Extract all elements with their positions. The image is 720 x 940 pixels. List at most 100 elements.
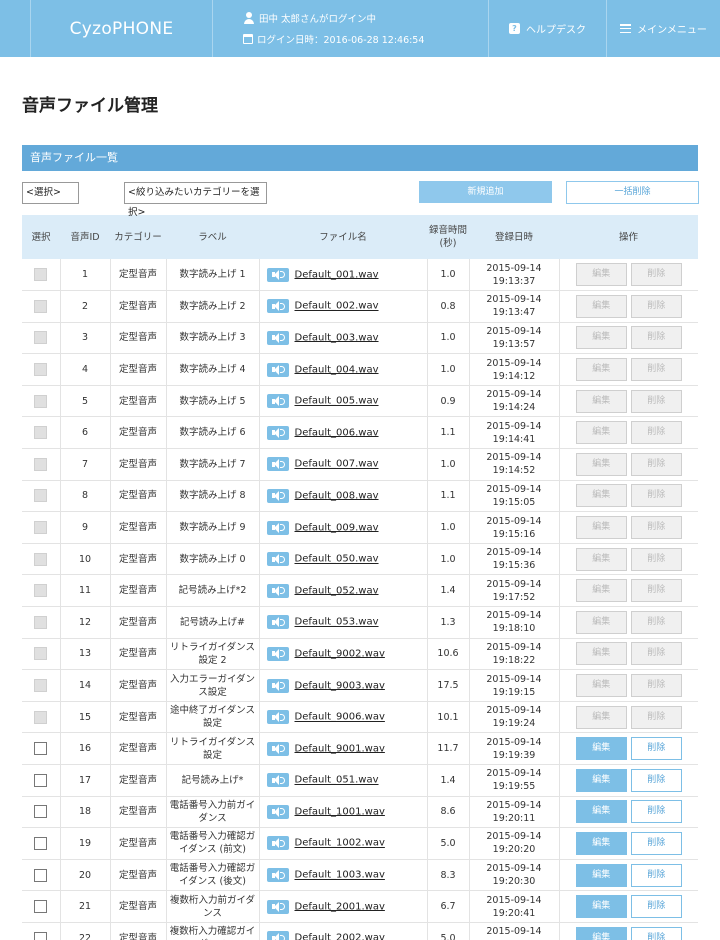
delete-button[interactable]: 削除 xyxy=(630,895,682,919)
file-link[interactable]: Default_1002.wav xyxy=(295,838,385,849)
category-filter[interactable]: <絞り込みたいカテゴリーを選択> xyxy=(124,182,267,218)
row-select-cell xyxy=(22,574,61,607)
file-link[interactable]: Default_050.wav xyxy=(295,554,379,565)
row-date: 2015-09-14 19:20:41 xyxy=(469,890,560,923)
file-link[interactable]: Default_005.wav xyxy=(295,396,379,407)
play-sound-icon[interactable] xyxy=(266,299,289,314)
delete-button[interactable]: 削除 xyxy=(630,800,682,824)
play-sound-icon[interactable] xyxy=(266,425,289,440)
edit-button[interactable]: 編集 xyxy=(575,895,627,919)
delete-button[interactable]: 削除 xyxy=(630,768,682,792)
file-link[interactable]: Default_9006.wav xyxy=(295,712,385,723)
delete-button[interactable]: 削除 xyxy=(630,863,682,887)
edit-button[interactable]: 編集 xyxy=(575,768,627,792)
play-sound-icon[interactable] xyxy=(266,868,289,883)
play-sound-icon[interactable] xyxy=(266,615,289,630)
play-sound-icon[interactable] xyxy=(266,678,289,693)
play-sound-icon[interactable] xyxy=(266,552,289,567)
app-logo[interactable]: CyzoPHONE xyxy=(30,0,213,57)
row-file-cell: Default_1003.wav xyxy=(259,859,428,891)
row-file-cell: Default_1001.wav xyxy=(259,796,428,828)
file-link[interactable]: Default_009.wav xyxy=(295,522,379,533)
help-icon: ? xyxy=(509,23,520,34)
play-sound-icon[interactable] xyxy=(266,583,289,598)
row-checkbox[interactable] xyxy=(34,805,48,819)
row-category: 定型音声 xyxy=(110,922,167,940)
row-category: 定型音声 xyxy=(110,638,167,670)
delete-button[interactable]: 削除 xyxy=(630,831,682,855)
play-sound-icon[interactable] xyxy=(266,741,289,756)
file-link[interactable]: Default_2002.wav xyxy=(295,933,385,940)
edit-button: 編集 xyxy=(575,263,627,287)
table-row: 17 定型音声 記号読み上げ* Default_051.wav 1.4 2015-09-1… xyxy=(22,764,698,797)
play-sound-icon[interactable] xyxy=(266,330,289,345)
play-sound-icon[interactable] xyxy=(266,773,289,788)
row-date: 2015-09-14 19:20:11 xyxy=(469,796,560,828)
file-link[interactable]: Default_9003.wav xyxy=(295,680,385,691)
file-link[interactable]: Default_052.wav xyxy=(295,585,379,596)
file-link[interactable]: Default_9001.wav xyxy=(295,743,385,754)
row-checkbox[interactable] xyxy=(34,836,48,850)
bulk-delete-button[interactable]: 一括削除 xyxy=(566,181,699,204)
new-add-button[interactable]: 新規追加 xyxy=(419,181,552,203)
row-checkbox[interactable] xyxy=(34,868,48,882)
row-checkbox xyxy=(34,584,48,598)
play-sound-icon[interactable] xyxy=(266,394,289,409)
file-link[interactable]: Default_2001.wav xyxy=(295,901,385,912)
delete-button: 削除 xyxy=(630,358,682,382)
row-checkbox[interactable] xyxy=(34,773,48,787)
play-sound-icon[interactable] xyxy=(266,267,289,282)
row-file-cell: Default_9001.wav xyxy=(259,732,428,765)
edit-button[interactable]: 編集 xyxy=(575,926,627,940)
play-sound-icon[interactable] xyxy=(266,362,289,377)
file-link[interactable]: Default_001.wav xyxy=(295,269,379,280)
edit-button[interactable]: 編集 xyxy=(575,800,627,824)
row-duration: 0.8 xyxy=(427,290,470,323)
row-duration: 1.0 xyxy=(427,259,470,291)
row-checkbox[interactable] xyxy=(34,931,48,940)
file-link[interactable]: Default_006.wav xyxy=(295,427,379,438)
edit-button[interactable]: 編集 xyxy=(575,863,627,887)
file-link[interactable]: Default_051.wav xyxy=(295,775,379,786)
table-row: 22定型音声複数桁入力確認ガイダンス Default_2002.wav 5.0201… xyxy=(22,922,698,940)
row-category: 定型音声 xyxy=(110,796,167,828)
file-link[interactable]: Default_1001.wav xyxy=(295,806,385,817)
file-link[interactable]: Default_1003.wav xyxy=(295,870,385,881)
play-sound-icon[interactable] xyxy=(266,899,289,914)
row-date: 2015-09-14 19:15:16 xyxy=(469,511,560,544)
play-sound-icon[interactable] xyxy=(266,836,289,851)
row-id: 17 xyxy=(60,764,111,797)
row-date: 2015-09-14 19:18:10 xyxy=(469,606,560,639)
edit-button: 編集 xyxy=(575,674,627,698)
row-checkbox[interactable] xyxy=(34,742,48,756)
delete-button[interactable]: 削除 xyxy=(630,926,682,940)
play-sound-icon[interactable] xyxy=(266,710,289,725)
row-select-cell xyxy=(22,764,61,797)
row-select-cell xyxy=(22,448,61,481)
main-menu-link[interactable]: メインメニュー xyxy=(607,0,720,57)
play-sound-icon[interactable] xyxy=(266,520,289,535)
helpdesk-link[interactable]: ? ヘルプデスク xyxy=(489,0,607,57)
row-ops: 編集 削除 xyxy=(559,670,698,702)
row-label: 数字読み上げ 0 xyxy=(166,543,260,575)
file-link[interactable]: Default_007.wav xyxy=(295,459,379,470)
row-checkbox[interactable] xyxy=(34,900,48,914)
file-link[interactable]: Default_003.wav xyxy=(295,332,379,343)
edit-button[interactable]: 編集 xyxy=(575,831,627,855)
select-filter[interactable]: <選択> xyxy=(22,182,79,204)
file-link[interactable]: Default_004.wav xyxy=(295,364,379,375)
file-link[interactable]: Default_053.wav xyxy=(295,617,379,628)
file-link[interactable]: Default_002.wav xyxy=(295,301,379,312)
file-link[interactable]: Default_9002.wav xyxy=(295,648,385,659)
play-sound-icon[interactable] xyxy=(266,488,289,503)
file-link[interactable]: Default_008.wav xyxy=(295,490,379,501)
delete-button[interactable]: 削除 xyxy=(630,737,682,761)
play-sound-icon[interactable] xyxy=(266,931,289,940)
play-sound-icon[interactable] xyxy=(266,646,289,661)
list-controls: <選択> <絞り込みたいカテゴリーを選択> 新規追加 一括削除 xyxy=(22,181,699,218)
play-sound-icon[interactable] xyxy=(266,804,289,819)
row-id: 6 xyxy=(60,416,111,449)
edit-button[interactable]: 編集 xyxy=(575,737,627,761)
row-checkbox xyxy=(34,457,48,471)
play-sound-icon[interactable] xyxy=(266,457,289,472)
